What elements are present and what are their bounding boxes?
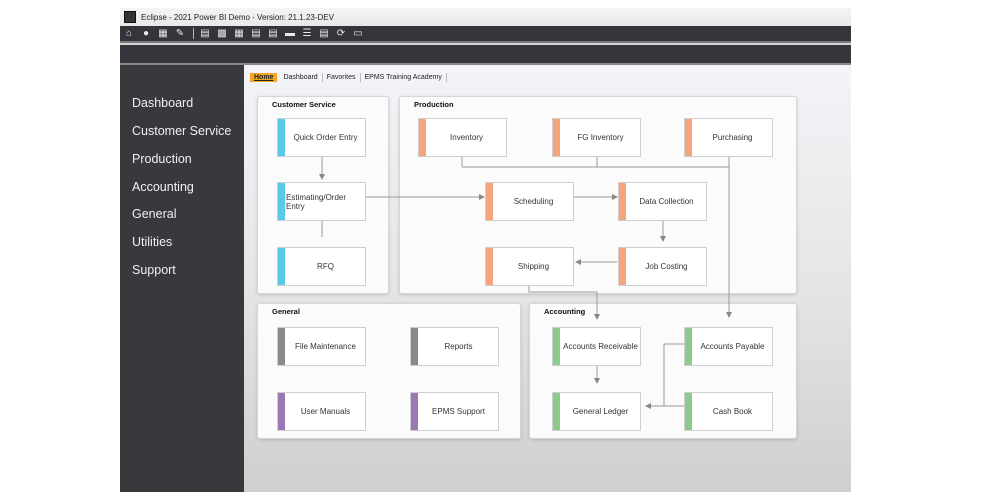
category-bar (411, 393, 418, 430)
category-bar (553, 328, 560, 365)
node-label: FG Inventory (577, 133, 624, 142)
node-label: Quick Order Entry (293, 133, 358, 142)
monitor-icon[interactable]: ▭ (353, 28, 363, 39)
tab-dashboard[interactable]: Dashboard (279, 72, 323, 82)
window-title: Eclipse - 2021 Power BI Demo - Version: … (141, 12, 334, 22)
node-accounts-payable[interactable]: Accounts Payable (684, 327, 773, 366)
node-label: File Maintenance (295, 342, 356, 351)
main-content: Home Dashboard Favorites EPMS Training A… (244, 65, 851, 492)
node-label: Estimating/Order Entry (286, 192, 347, 211)
node-accounts-receivable[interactable]: Accounts Receivable (552, 327, 641, 366)
category-bar (486, 248, 493, 285)
node-rfq[interactable]: RFQ (277, 247, 366, 286)
category-bar (553, 119, 560, 156)
panel-title: Accounting (544, 307, 586, 316)
list-icon[interactable]: ☰ (302, 28, 312, 39)
category-bar (278, 183, 285, 220)
node-label: Scheduling (513, 197, 554, 206)
node-user-manuals[interactable]: User Manuals (277, 392, 366, 431)
building-icon[interactable]: ▦ (158, 28, 168, 39)
category-bar (278, 119, 285, 156)
sidebar-item-utilities[interactable]: Utilities (132, 235, 172, 249)
node-general-ledger[interactable]: General Ledger (552, 392, 641, 431)
category-bar (419, 119, 426, 156)
app-icon (124, 11, 136, 23)
node-label: User Manuals (300, 407, 351, 416)
node-fg-inventory[interactable]: FG Inventory (552, 118, 641, 157)
home-icon[interactable]: ⌂ (124, 28, 134, 39)
sidebar-item-general[interactable]: General (132, 207, 176, 221)
tab-bar: Home Dashboard Favorites EPMS Training A… (250, 70, 447, 84)
node-label: Accounts Payable (700, 342, 765, 351)
category-bar (685, 393, 692, 430)
node-label: Job Costing (645, 262, 688, 271)
doc-import-icon[interactable]: ▤ (268, 28, 278, 39)
node-label: Purchasing (712, 133, 753, 142)
users-icon[interactable]: ● (141, 28, 151, 39)
node-label: Reports (444, 342, 473, 351)
category-bar (278, 328, 285, 365)
tab-home[interactable]: Home (250, 72, 278, 82)
node-job-costing[interactable]: Job Costing (618, 247, 707, 286)
category-bar (486, 183, 493, 220)
category-bar (411, 328, 418, 365)
doc-arrow-icon[interactable]: ▤ (319, 28, 329, 39)
node-label: Cash Book (712, 407, 753, 416)
node-reports[interactable]: Reports (410, 327, 499, 366)
doc-export-icon[interactable]: ▤ (251, 28, 261, 39)
refresh-icon[interactable]: ⟳ (336, 28, 346, 39)
panel-title: Customer Service (272, 100, 336, 109)
node-label: Data Collection (639, 197, 694, 206)
node-label: General Ledger (572, 407, 629, 416)
node-label: Shipping (517, 262, 550, 271)
node-estimating-order-entry[interactable]: Estimating/Order Entry (277, 182, 366, 221)
node-shipping[interactable]: Shipping (485, 247, 574, 286)
node-cash-book[interactable]: Cash Book (684, 392, 773, 431)
node-epms-support[interactable]: EPMS Support (410, 392, 499, 431)
toolbar-separator (193, 28, 194, 39)
sidebar-item-customer-service[interactable]: Customer Service (132, 124, 231, 138)
sidebar-item-dashboard[interactable]: Dashboard (132, 96, 193, 110)
category-bar (685, 328, 692, 365)
category-bar (278, 393, 285, 430)
grid-icon[interactable]: ▦ (234, 28, 244, 39)
edit-doc-icon[interactable]: ✎ (175, 28, 185, 39)
sidebar-item-support[interactable]: Support (132, 263, 176, 277)
tab-epms-training-academy[interactable]: EPMS Training Academy (361, 72, 447, 82)
node-label: RFQ (317, 262, 334, 271)
node-data-collection[interactable]: Data Collection (618, 182, 707, 221)
form-edit-icon[interactable]: ▩ (217, 28, 227, 39)
panel-title: General (272, 307, 300, 316)
sidebar-item-accounting[interactable]: Accounting (132, 180, 194, 194)
form-icon[interactable]: ▤ (200, 28, 210, 39)
category-bar (278, 248, 285, 285)
node-scheduling[interactable]: Scheduling (485, 182, 574, 221)
node-label: Accounts Receivable (563, 342, 638, 351)
title-bar: Eclipse - 2021 Power BI Demo - Version: … (120, 8, 851, 26)
app-window: Eclipse - 2021 Power BI Demo - Version: … (120, 8, 851, 492)
node-label: Inventory (450, 133, 483, 142)
card-icon[interactable]: ▬ (285, 28, 295, 39)
panel-title: Production (414, 100, 454, 109)
sidebar: Dashboard Customer Service Production Ac… (120, 65, 244, 492)
node-inventory[interactable]: Inventory (418, 118, 507, 157)
category-bar (553, 393, 560, 430)
node-purchasing[interactable]: Purchasing (684, 118, 773, 157)
node-label: EPMS Support (432, 407, 485, 416)
node-quick-order-entry[interactable]: Quick Order Entry (277, 118, 366, 157)
sidebar-item-production[interactable]: Production (132, 152, 192, 166)
node-file-maintenance[interactable]: File Maintenance (277, 327, 366, 366)
secondary-bar (120, 45, 851, 65)
category-bar (685, 119, 692, 156)
toolbar: ⌂ ● ▦ ✎ ▤ ▩ ▦ ▤ ▤ ▬ ☰ ▤ ⟳ ▭ (120, 26, 851, 43)
tab-favorites[interactable]: Favorites (323, 72, 361, 82)
category-bar (619, 183, 626, 220)
category-bar (619, 248, 626, 285)
